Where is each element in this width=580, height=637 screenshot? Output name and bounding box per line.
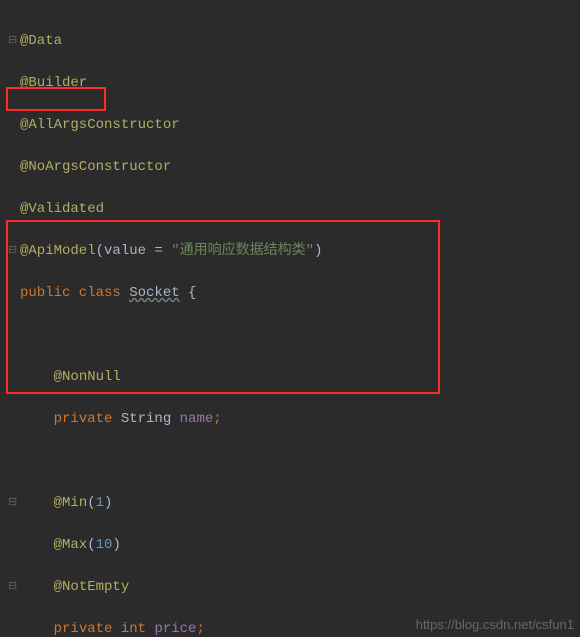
fold-icon[interactable]: ⊟ xyxy=(8,31,20,52)
watermark: https://blog.csdn.net/csfun1 xyxy=(416,614,574,635)
fold-icon[interactable]: ⊟ xyxy=(8,493,20,514)
annotation-allargs: @AllArgsConstructor xyxy=(20,117,180,133)
annotation-max: @Max xyxy=(54,537,88,553)
annotation-noargs: @NoArgsConstructor xyxy=(20,159,171,175)
fold-icon[interactable]: ⊟ xyxy=(8,577,20,598)
highlight-box-fields xyxy=(6,220,440,394)
field-name: name xyxy=(180,411,214,427)
annotation-min: @Min xyxy=(54,495,88,511)
field-price: price xyxy=(154,621,196,637)
code-editor[interactable]: ⊟@Data @Builder @AllArgsConstructor @NoA… xyxy=(0,0,580,637)
annotation-data: @Data xyxy=(20,33,62,49)
annotation-notempty: @NotEmpty xyxy=(54,579,130,595)
highlight-box-validated xyxy=(6,87,106,111)
annotation-validated: @Validated xyxy=(20,201,104,217)
